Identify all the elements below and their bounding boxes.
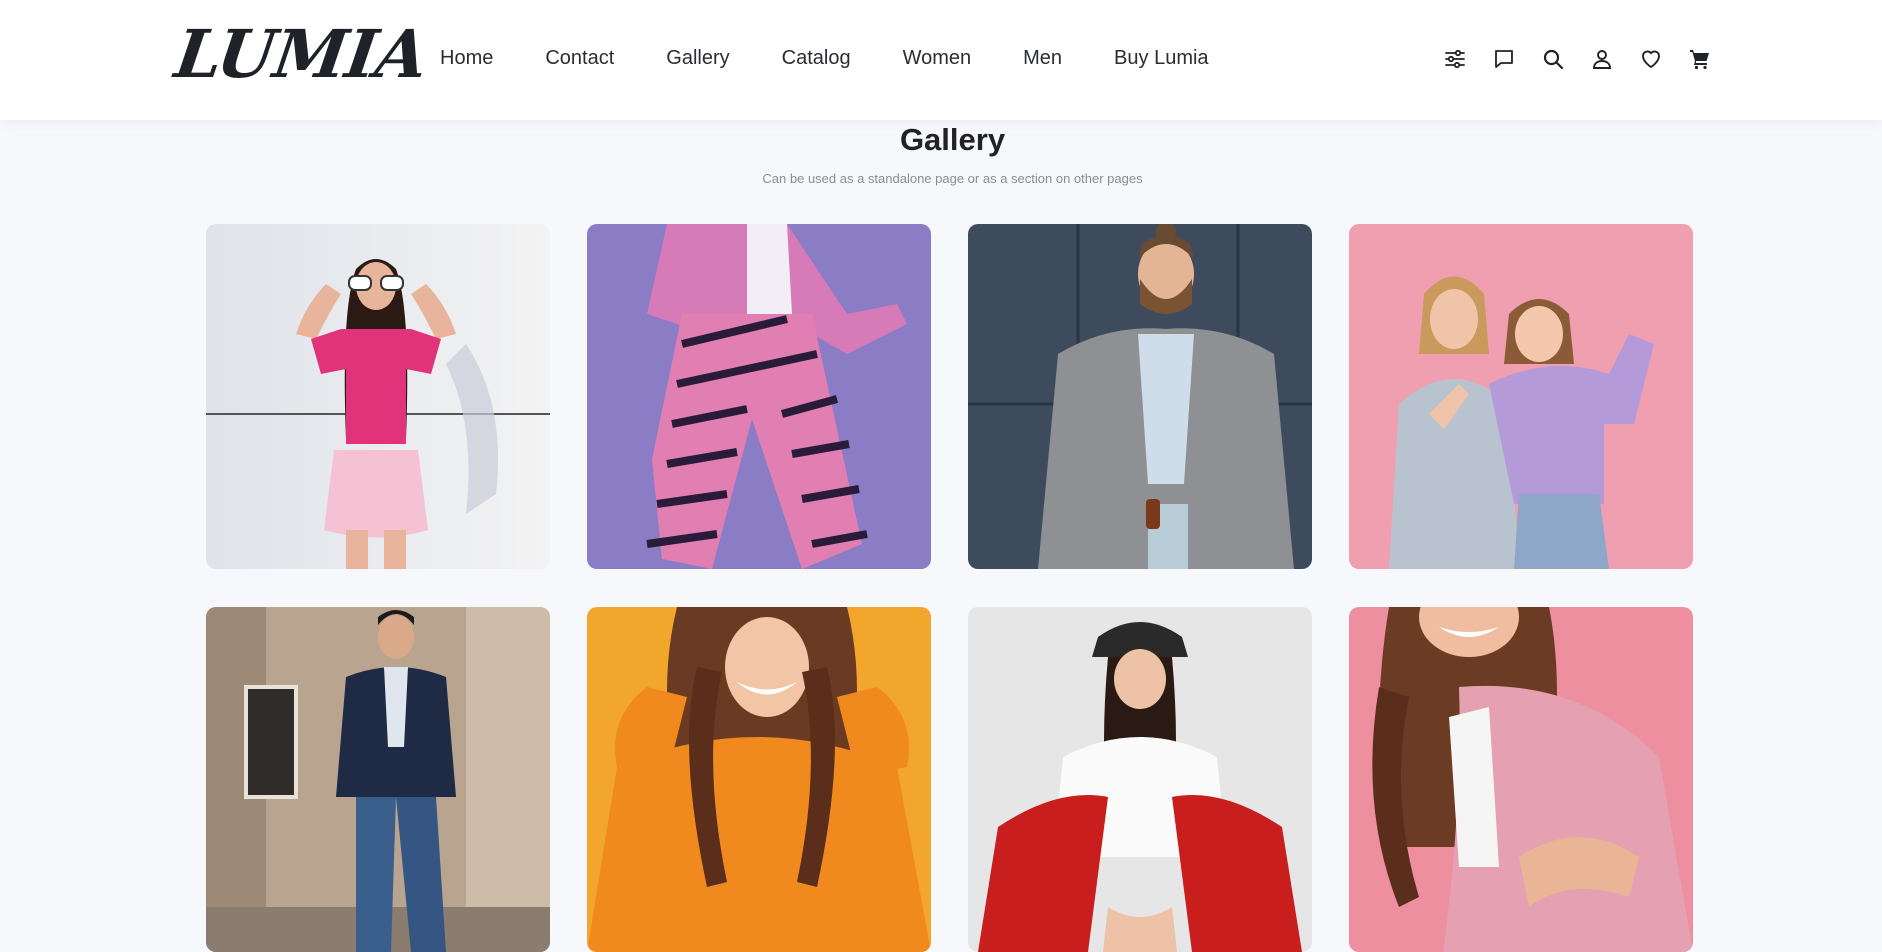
user-icon[interactable]	[1587, 44, 1617, 74]
nav-item-men[interactable]: Men	[1023, 40, 1062, 76]
search-icon[interactable]	[1538, 44, 1568, 74]
cart-icon[interactable]	[1685, 44, 1715, 74]
gallery-photo-man-plaid-blazer[interactable]	[968, 224, 1312, 569]
gallery-photo-woman-red-jacket-hat[interactable]	[968, 607, 1312, 952]
nav-item-home[interactable]: Home	[440, 40, 493, 76]
gallery-photo-pink-coat-striped-pants[interactable]	[587, 224, 931, 569]
page-title: Gallery	[899, 122, 1006, 157]
chat-icon[interactable]	[1489, 44, 1519, 74]
nav-item-buy-lumia[interactable]: Buy Lumia	[1114, 40, 1209, 76]
gallery-photo-man-navy-blazer-jeans[interactable]	[206, 607, 550, 952]
sliders-icon[interactable]	[1440, 44, 1470, 74]
nav-item-catalog[interactable]: Catalog	[782, 40, 851, 76]
main-nav: Home Contact Gallery Catalog Women Men B…	[440, 40, 1209, 76]
nav-item-gallery[interactable]: Gallery	[666, 40, 729, 76]
nav-item-women[interactable]: Women	[903, 40, 972, 76]
brand-logo[interactable]: LUMIA	[170, 14, 432, 94]
nav-item-contact[interactable]: Contact	[545, 40, 614, 76]
page-subtitle: Can be used as a standalone page or as a…	[762, 171, 1143, 186]
header-icons	[1440, 44, 1715, 74]
heart-icon[interactable]	[1636, 44, 1666, 74]
gallery-photo-two-women-laughing[interactable]	[1349, 224, 1693, 569]
gallery-photo-woman-pink-blazer[interactable]	[1349, 607, 1693, 952]
gallery-grid	[206, 224, 1694, 952]
gallery-section: Gallery Can be used as a standalone page…	[0, 120, 1882, 952]
gallery-photo-woman-pink-top-sunglasses[interactable]	[206, 224, 550, 569]
gallery-photo-woman-orange-sweater[interactable]	[587, 607, 931, 952]
site-header: LUMIA Home Contact Gallery Catalog Women…	[0, 0, 1882, 120]
